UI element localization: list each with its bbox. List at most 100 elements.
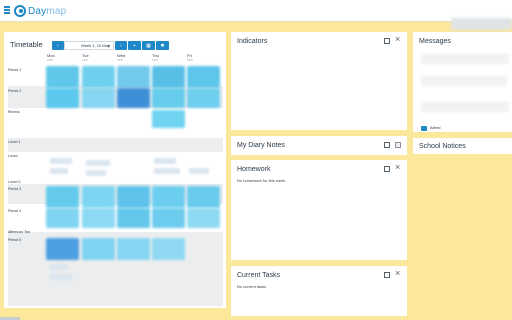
activity-chip[interactable]	[189, 168, 209, 174]
lesson-cell[interactable]	[117, 66, 150, 88]
lesson-cell[interactable]	[117, 186, 150, 208]
tasks-empty-text: No current tasks	[237, 284, 267, 289]
close-icon[interactable]: ×	[395, 35, 400, 44]
day-date-fri: 14/5	[187, 58, 193, 62]
message-item[interactable]	[421, 102, 509, 112]
lesson-cell[interactable]	[187, 88, 220, 108]
activity-chip[interactable]	[50, 274, 72, 280]
timetable-title: Timetable	[10, 40, 43, 49]
calendar-icon: ▦	[146, 42, 151, 49]
lesson-cell[interactable]	[82, 208, 115, 228]
lesson-cell[interactable]	[152, 208, 185, 228]
period-label: Period 1	[8, 68, 22, 72]
lesson-cell[interactable]	[117, 238, 150, 260]
menu-icon[interactable]	[4, 6, 10, 14]
chevron-down-icon: ▾	[107, 43, 110, 48]
period-label: Period 4	[8, 209, 22, 213]
next-week-button[interactable]: ›	[115, 41, 127, 50]
indicators-title: Indicators	[237, 38, 268, 45]
activity-chip[interactable]	[154, 168, 180, 174]
maximize-icon[interactable]	[384, 166, 390, 172]
lesson-cell[interactable]	[46, 238, 79, 260]
day-date-thu: 13/5	[152, 58, 158, 62]
gear-icon: ✱	[160, 42, 165, 49]
homework-title: Homework	[237, 166, 271, 173]
lesson-cell[interactable]	[187, 208, 220, 228]
period-label: Afternoon Tea	[8, 230, 30, 234]
lesson-cell[interactable]	[46, 208, 79, 228]
print-icon: ▪	[133, 42, 136, 49]
logo-text-primary: Day	[28, 5, 47, 17]
settings-button[interactable]: ✱	[156, 41, 169, 50]
lesson-cell[interactable]	[152, 186, 185, 208]
tasks-panel: Current Tasks × No current tasks	[231, 266, 407, 316]
prev-week-button[interactable]: ‹	[52, 41, 64, 50]
period-band	[8, 236, 223, 306]
lesson-cell[interactable]	[82, 88, 115, 108]
tasks-title: Current Tasks	[237, 272, 281, 279]
lesson-cell[interactable]	[152, 66, 185, 88]
day-date-tue: 11/5	[82, 58, 88, 62]
day-date-mon: 10/5	[47, 58, 53, 62]
activity-chip[interactable]	[50, 168, 68, 174]
chevron-left-icon: ‹	[57, 42, 59, 49]
daymap-logo[interactable]: Daymap	[14, 4, 66, 18]
lesson-cell[interactable]	[46, 88, 79, 108]
activity-chip[interactable]	[50, 158, 72, 164]
lesson-cell[interactable]	[82, 186, 115, 208]
close-icon[interactable]: ×	[395, 269, 400, 278]
indicators-panel: Indicators ×	[231, 32, 407, 130]
period-band	[8, 138, 223, 152]
close-icon[interactable]: ×	[395, 163, 400, 172]
period-label: Period 2	[8, 89, 22, 93]
lesson-cell[interactable]	[152, 88, 185, 108]
period-label: Lunch	[8, 154, 18, 158]
lesson-cell[interactable]	[152, 110, 185, 128]
message-item[interactable]	[421, 76, 507, 86]
homework-empty-text: No homework for this week	[237, 178, 286, 183]
school-notices-title: School Notices	[419, 143, 466, 150]
period-label: Lunch 1	[8, 140, 21, 144]
day-date-wed: 12/5	[117, 58, 123, 62]
message-icon	[421, 126, 427, 131]
maximize-icon[interactable]	[384, 272, 390, 278]
maximize-icon[interactable]	[384, 38, 390, 44]
activity-chip[interactable]	[50, 264, 68, 270]
diary-panel: My Diary Notes	[231, 136, 407, 155]
diary-title: My Diary Notes	[237, 142, 285, 149]
lesson-cell[interactable]	[117, 208, 150, 228]
activity-chip[interactable]	[86, 160, 110, 166]
calendar-view-button[interactable]: ▦	[142, 41, 155, 50]
activity-chip[interactable]	[154, 158, 176, 164]
maximize-icon[interactable]	[384, 142, 390, 148]
message-item[interactable]	[421, 54, 509, 64]
lesson-cell[interactable]	[82, 238, 115, 260]
messages-panel: Messages Alfred	[413, 18, 512, 132]
week-select[interactable]: Week 1, 10 May ▾	[64, 41, 114, 50]
top-bar: Daymap	[0, 0, 512, 22]
school-notices-panel: School Notices	[413, 138, 512, 154]
homework-panel: Homework × No homework for this week	[231, 160, 407, 260]
lesson-cell[interactable]	[187, 186, 220, 208]
lesson-cell[interactable]	[46, 66, 79, 88]
notes-icon[interactable]	[395, 142, 401, 148]
print-button[interactable]: ▪	[128, 41, 141, 50]
lesson-cell[interactable]	[187, 66, 220, 88]
lesson-cell[interactable]	[117, 88, 150, 108]
week-select-value: Week 1, 10 May	[81, 43, 110, 48]
lesson-cell[interactable]	[82, 66, 115, 88]
user-info	[451, 18, 512, 30]
chevron-right-icon: ›	[120, 42, 122, 49]
period-label: Period 5	[8, 238, 22, 242]
period-label: Lunch 2	[8, 180, 21, 184]
daymap-logo-icon	[14, 5, 26, 17]
lesson-cell[interactable]	[152, 238, 185, 260]
period-label: Recess	[8, 110, 20, 114]
logo-text-secondary: map	[46, 5, 67, 17]
messages-title: Messages	[419, 38, 451, 45]
activity-chip[interactable]	[86, 170, 106, 176]
message-sender: Alfred	[430, 125, 441, 130]
period-label: Period 3	[8, 187, 22, 191]
timetable-panel: Timetable ‹ Week 1, 10 May ▾ › ▪ ▦ ✱ Mon…	[4, 32, 226, 308]
lesson-cell[interactable]	[46, 186, 79, 208]
